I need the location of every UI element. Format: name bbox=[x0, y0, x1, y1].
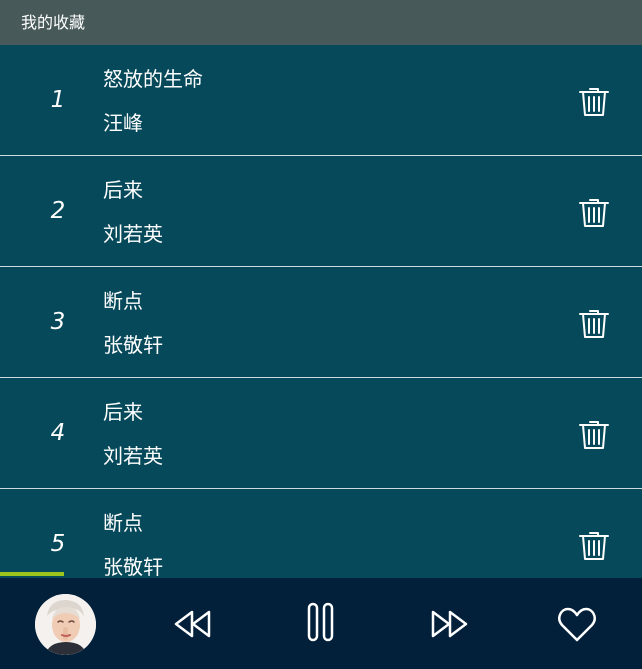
song-artist: 汪峰 bbox=[103, 111, 143, 135]
heart-icon[interactable] bbox=[557, 606, 597, 644]
song-title: 断点 bbox=[103, 511, 143, 535]
song-artist: 张敬轩 bbox=[103, 333, 163, 357]
playback-progress-bar[interactable] bbox=[0, 572, 642, 576]
track-number: 5 bbox=[50, 531, 66, 557]
rewind-icon[interactable] bbox=[173, 604, 213, 644]
track-number: 3 bbox=[50, 309, 66, 335]
list-item[interactable]: 2 后来 刘若英 bbox=[0, 156, 642, 267]
pause-icon[interactable] bbox=[306, 601, 336, 645]
trash-icon[interactable] bbox=[577, 196, 611, 230]
album-cover-image bbox=[35, 594, 96, 655]
trash-icon[interactable] bbox=[577, 418, 611, 452]
song-title: 断点 bbox=[103, 289, 143, 313]
song-artist: 刘若英 bbox=[103, 222, 163, 246]
song-title: 后来 bbox=[103, 400, 143, 424]
song-artist: 刘若英 bbox=[103, 444, 163, 468]
song-title: 怒放的生命 bbox=[103, 67, 203, 91]
page-header: 我的收藏 bbox=[0, 0, 642, 45]
page-title: 我的收藏 bbox=[21, 13, 86, 32]
track-number: 2 bbox=[50, 198, 66, 224]
list-item[interactable]: 1 怒放的生命 汪峰 bbox=[0, 45, 642, 156]
player-bar bbox=[0, 578, 642, 669]
song-title: 后来 bbox=[103, 178, 143, 202]
trash-icon[interactable] bbox=[577, 529, 611, 563]
playback-progress-fill bbox=[0, 572, 65, 576]
list-item[interactable]: 4 后来 刘若英 bbox=[0, 378, 642, 489]
album-avatar[interactable] bbox=[35, 594, 96, 655]
favorites-list: 1 怒放的生命 汪峰 2 后来 刘若英 3 断点 张敬轩 4 后来 刘若英 5 … bbox=[0, 45, 642, 578]
trash-icon[interactable] bbox=[577, 85, 611, 119]
list-item[interactable]: 3 断点 张敬轩 bbox=[0, 267, 642, 378]
track-number: 1 bbox=[50, 87, 66, 113]
trash-icon[interactable] bbox=[577, 307, 611, 341]
list-item[interactable]: 5 断点 张敬轩 bbox=[0, 489, 642, 578]
track-number: 4 bbox=[50, 420, 66, 446]
fast-forward-icon[interactable] bbox=[429, 604, 469, 644]
favorites-app: 我的收藏 1 怒放的生命 汪峰 2 后来 刘若英 3 断点 张敬轩 4 后来 刘… bbox=[0, 0, 642, 669]
